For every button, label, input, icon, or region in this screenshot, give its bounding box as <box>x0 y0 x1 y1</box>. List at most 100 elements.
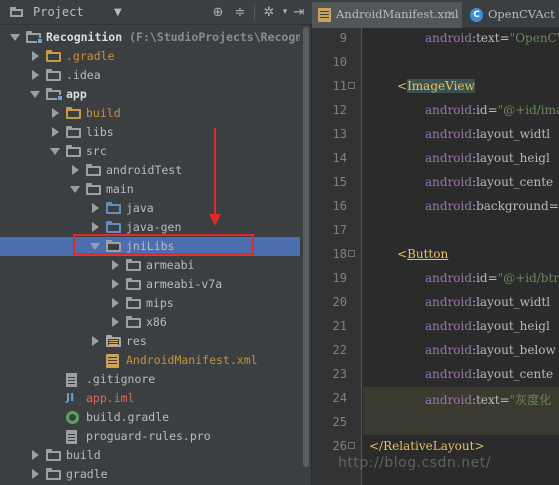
tree-item-androidmanifest-xml[interactable]: AndroidManifest.xml <box>0 351 300 370</box>
code-line[interactable]: android:layout_widtl <box>363 123 559 147</box>
close-tab-icon[interactable]: ✕ <box>447 8 456 21</box>
code-line[interactable]: android:layout_heigl <box>363 147 559 171</box>
code-token: android <box>425 295 473 309</box>
code-line[interactable] <box>363 219 559 243</box>
code-line[interactable]: android:text="OpenCV <box>363 28 559 51</box>
code-token: :id= <box>472 271 498 285</box>
folder-icon <box>46 50 61 63</box>
watermark-text: http://blog.csdn.net/ <box>338 455 491 471</box>
collapsed-arrow-icon[interactable] <box>90 222 100 232</box>
collapsed-arrow-icon[interactable] <box>110 260 120 270</box>
tree-item-gitignore[interactable]: .gitignore <box>0 370 300 389</box>
line-number: 18 <box>332 247 347 261</box>
tree-item-app-iml[interactable]: JI app.iml <box>0 389 300 408</box>
tree-item-label: armeabi <box>146 258 195 272</box>
tree-item-app[interactable]: app <box>0 85 300 104</box>
line-number: 22 <box>332 343 347 357</box>
tree-item-main[interactable]: main <box>0 180 300 199</box>
collapsed-arrow-icon[interactable] <box>110 279 120 289</box>
collapsed-arrow-icon[interactable] <box>30 450 40 460</box>
code-line[interactable]: android:layout_heigl <box>363 315 559 339</box>
expanded-arrow-icon[interactable] <box>70 184 80 194</box>
code-line[interactable]: android:id="@+id/btr <box>363 267 559 291</box>
collapsed-arrow-icon[interactable] <box>50 108 60 118</box>
fold-close-icon[interactable] <box>348 442 355 449</box>
tree-item-label: gradle <box>66 467 108 481</box>
code-token: > <box>474 439 485 453</box>
tree-item-gradle[interactable]: .gradle <box>0 47 300 66</box>
code-line[interactable]: android:layout_below <box>363 339 559 363</box>
code-line[interactable]: android:background= <box>363 195 559 219</box>
code-line[interactable]: <ImageView <box>363 75 559 99</box>
tree-item-armeabi[interactable]: armeabi <box>0 256 300 275</box>
tree-item-libs[interactable]: libs <box>0 123 300 142</box>
tab-opencv-activity[interactable]: C OpenCVAct <box>464 2 559 28</box>
tree-item-mips[interactable]: mips <box>0 294 300 313</box>
code-line[interactable]: android:text="灰度化 <box>363 387 559 411</box>
code-line[interactable]: android:layout_cente <box>363 363 559 387</box>
code-line[interactable] <box>363 411 559 435</box>
hide-pane-icon[interactable]: ⇥ <box>290 3 308 21</box>
line-number: 11 <box>332 79 347 93</box>
tree-item-java[interactable]: java <box>0 199 300 218</box>
tree-item-src[interactable]: src <box>0 142 300 161</box>
code-area[interactable]: android:text="OpenCV<ImageViewandroid:id… <box>363 28 559 485</box>
tree-item-build[interactable]: build <box>0 104 300 123</box>
line-number-gutter: 9 10 11 12 13 14 15 16 17 18 19 20 21 22 23 24 25 26 <box>312 28 362 485</box>
code-token: android <box>425 271 473 285</box>
collapsed-arrow-icon[interactable] <box>110 317 120 327</box>
tree-item-build-gradle[interactable]: build.gradle <box>0 408 300 427</box>
line-number: 13 <box>332 127 347 141</box>
tree-item-x86[interactable]: x86 <box>0 313 300 332</box>
line-number: 25 <box>332 415 347 429</box>
code-token: android <box>425 31 473 45</box>
tab-android-manifest[interactable]: AndroidManifest.xml ✕ <box>312 2 462 28</box>
tree-item-proguard-rules-pro[interactable]: proguard-rules.pro <box>0 427 300 446</box>
collapsed-arrow-icon[interactable] <box>30 469 40 479</box>
code-line[interactable]: android:id="@+id/ima <box>363 99 559 123</box>
collapse-all-icon[interactable]: ≑ <box>231 3 249 21</box>
target-icon[interactable]: ⊕ <box>209 3 227 21</box>
folder-icon <box>126 259 141 272</box>
tree-item-label: .gradle <box>66 49 115 63</box>
tree-item-idea[interactable]: .idea <box>0 66 300 85</box>
tree-item-androidtest[interactable]: androidTest <box>0 161 300 180</box>
code-line[interactable] <box>363 51 559 75</box>
code-token: android <box>425 127 473 141</box>
collapsed-arrow-icon[interactable] <box>50 127 60 137</box>
tree-item-label: res <box>126 334 147 348</box>
collapsed-arrow-icon[interactable] <box>110 298 120 308</box>
tree-item-res[interactable]: res <box>0 332 300 351</box>
tree-item-build[interactable]: build <box>0 446 300 465</box>
fold-open-icon[interactable] <box>348 250 355 257</box>
expanded-arrow-icon[interactable] <box>50 146 60 156</box>
tree-scrollbar[interactable] <box>301 25 311 485</box>
project-view-title[interactable]: Project <box>33 5 84 19</box>
collapsed-arrow-icon[interactable] <box>90 336 100 346</box>
code-token: :text= <box>472 393 510 407</box>
code-line[interactable]: android:layout_cente <box>363 171 559 195</box>
tree-item-label: x86 <box>146 315 167 329</box>
module-folder-icon <box>26 31 43 44</box>
code-token: android <box>425 367 473 381</box>
tree-item-recognition[interactable]: Recognition (F:\StudioProjects\Recogniti <box>0 28 300 47</box>
folder-icon <box>126 316 141 329</box>
code-line[interactable]: android:layout_widtl <box>363 291 559 315</box>
line-number: 9 <box>339 31 347 45</box>
tree-item-gradle[interactable]: gradle <box>0 465 300 484</box>
code-line[interactable]: <Button <box>363 243 559 267</box>
collapsed-arrow-icon[interactable] <box>30 70 40 80</box>
tree-item-label: .gitignore <box>86 372 156 386</box>
code-token: < <box>397 247 408 261</box>
tree-item-armeabi-v7a[interactable]: armeabi-v7a <box>0 275 300 294</box>
collapsed-arrow-icon[interactable] <box>30 51 40 61</box>
line-number: 14 <box>332 151 347 165</box>
collapsed-arrow-icon[interactable] <box>90 203 100 213</box>
view-dropdown-icon[interactable]: ▼ <box>114 7 122 18</box>
expanded-arrow-icon[interactable] <box>10 32 20 42</box>
tree-scroll-thumb[interactable] <box>303 27 309 467</box>
collapsed-arrow-icon[interactable] <box>70 165 80 175</box>
fold-open-icon[interactable] <box>348 82 355 89</box>
expanded-arrow-icon[interactable] <box>30 89 40 99</box>
tree-item-label: app.iml <box>86 391 135 405</box>
